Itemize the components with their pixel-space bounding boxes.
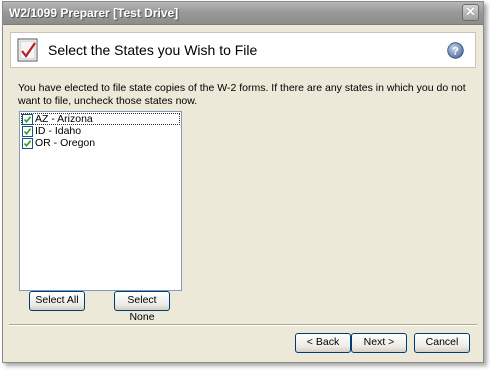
help-icon[interactable]: ?: [447, 42, 464, 59]
state-checkbox[interactable]: [22, 137, 33, 149]
state-checkbox[interactable]: [22, 125, 33, 137]
list-item[interactable]: ID - Idaho: [21, 125, 180, 137]
list-item[interactable]: OR - Oregon: [21, 137, 180, 149]
check-icon: [23, 127, 32, 135]
cancel-button[interactable]: Cancel: [414, 333, 470, 353]
state-label: OR - Oregon: [35, 137, 96, 149]
instruction-text: You have elected to file state copies of…: [18, 82, 466, 107]
title-bar[interactable]: W2/1099 Preparer [Test Drive] ✕: [3, 2, 483, 25]
state-checkbox[interactable]: [22, 113, 33, 125]
state-list[interactable]: AZ - Arizona ID - Idaho OR - Oregon: [19, 111, 182, 291]
check-icon: [23, 139, 32, 147]
dialog-window: W2/1099 Preparer [Test Drive] ✕ Select t…: [2, 1, 484, 363]
next-button[interactable]: Next >: [351, 333, 407, 353]
back-button[interactable]: < Back: [295, 333, 351, 353]
close-icon: ✕: [465, 4, 476, 19]
checklist-icon: [17, 38, 38, 62]
svg-text:?: ?: [452, 46, 459, 58]
wizard-header: Select the States you Wish to File ?: [10, 32, 476, 68]
list-item[interactable]: AZ - Arizona: [21, 113, 180, 125]
divider: [9, 324, 477, 326]
select-none-button[interactable]: Select None: [114, 291, 170, 323]
window-title: W2/1099 Preparer [Test Drive]: [9, 6, 179, 20]
page-title: Select the States you Wish to File: [48, 42, 258, 58]
check-icon: [23, 115, 32, 123]
select-all-button[interactable]: Select All: [29, 291, 85, 311]
state-label: ID - Idaho: [35, 125, 82, 137]
close-button[interactable]: ✕: [462, 4, 479, 21]
state-label: AZ - Arizona: [35, 113, 93, 125]
